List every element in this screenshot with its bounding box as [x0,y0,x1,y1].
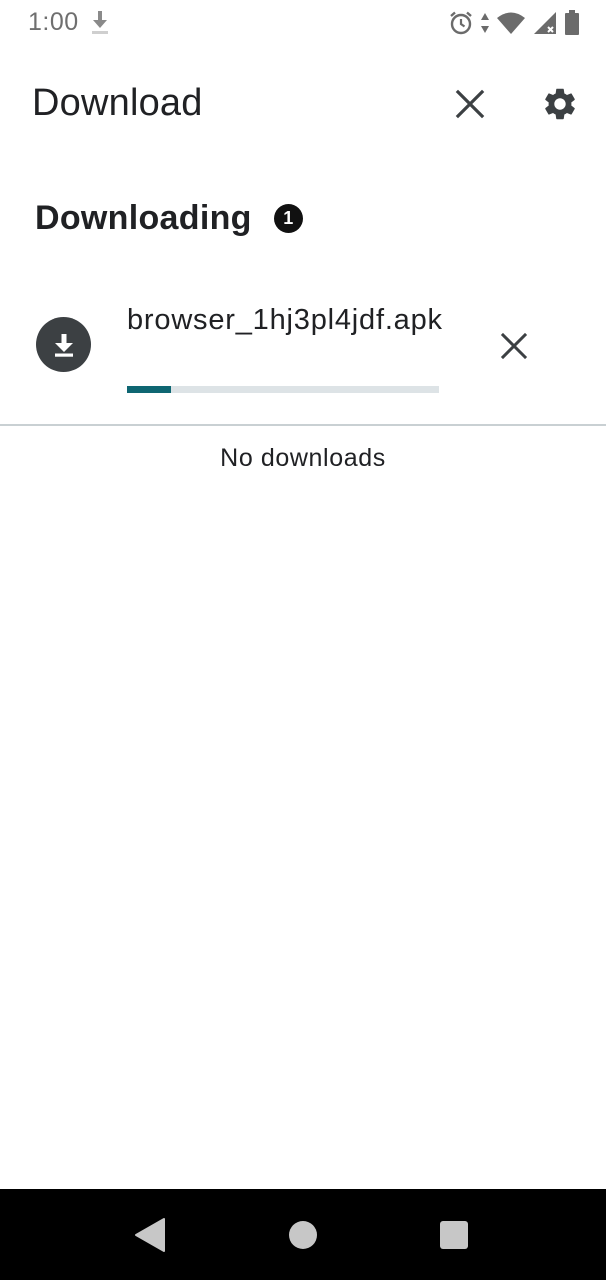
recents-icon[interactable] [440,1221,468,1249]
battery-icon [564,10,580,36]
download-icon [89,10,111,36]
app-bar: Download [0,60,606,148]
back-icon[interactable] [134,1217,166,1253]
data-arrows-icon [480,11,490,35]
gear-icon [545,88,575,120]
status-bar: 1:00 [0,0,606,48]
download-progress-bar [127,386,439,393]
close-icon [455,89,485,119]
home-icon[interactable] [289,1221,317,1249]
alarm-icon [448,10,474,36]
empty-downloads-message: No downloads [220,444,386,472]
section-header: Downloading 1 [35,196,303,240]
close-button[interactable] [446,80,494,128]
download-progress-fill [127,386,171,393]
download-arrow-icon [36,317,91,372]
divider [0,424,606,426]
download-item[interactable]: browser_1hj3pl4jdf.apk [0,290,606,415]
page-title: Download [32,82,203,124]
settings-button[interactable] [536,80,584,128]
count-badge: 1 [273,203,303,233]
section-title: Downloading [35,198,252,237]
wifi-icon [496,11,526,35]
status-time: 1:00 [28,8,79,36]
cellular-signal-icon [532,10,558,36]
close-icon [500,332,528,360]
cancel-download-button[interactable] [490,322,538,370]
status-icons [448,9,580,37]
navigation-bar [0,1189,606,1280]
download-filename: browser_1hj3pl4jdf.apk [127,304,443,336]
